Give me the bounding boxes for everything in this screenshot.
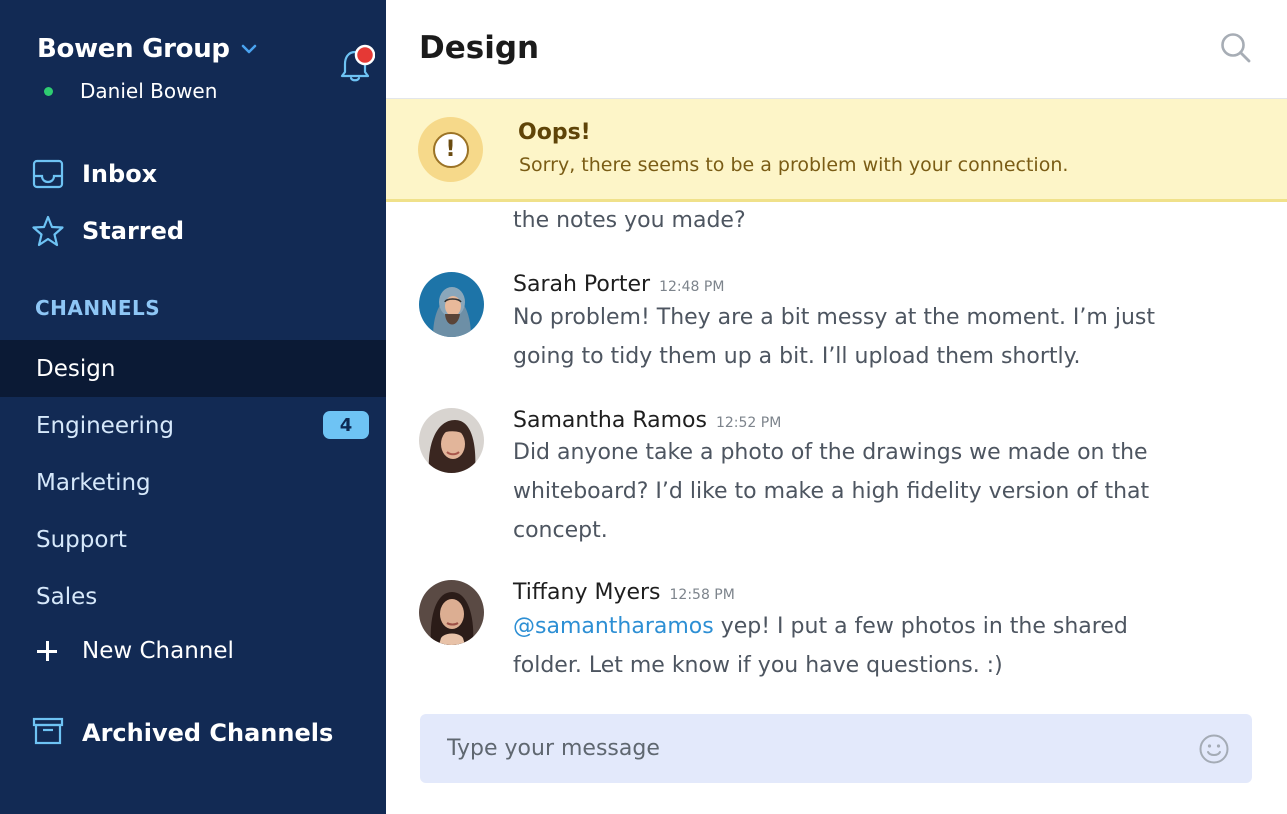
current-user: Daniel Bowen — [44, 79, 217, 103]
nav-starred[interactable]: Starred — [32, 215, 184, 247]
archived-channels-label: Archived Channels — [82, 719, 334, 747]
message-list[interactable]: the notes you made? Sarah Porter 12:48 P… — [386, 202, 1287, 702]
team-switcher[interactable]: Bowen Group — [37, 34, 257, 64]
notification-dot — [354, 44, 375, 66]
message-input[interactable] — [447, 714, 1177, 783]
message-text-partial: the notes you made? — [513, 208, 746, 233]
nav-starred-label: Starred — [82, 217, 185, 245]
channel-label: Design — [36, 355, 116, 382]
message-composer — [420, 714, 1252, 783]
nav-inbox[interactable]: Inbox — [32, 158, 157, 190]
message-author[interactable]: Tiffany Myers — [513, 580, 661, 605]
message-author[interactable]: Sarah Porter — [513, 272, 650, 297]
warning-icon: ! — [418, 117, 483, 182]
team-name: Bowen Group — [37, 34, 230, 64]
message-author[interactable]: Samantha Ramos — [513, 408, 707, 433]
alert-title: Oops! — [518, 120, 591, 145]
channels-section-label: CHANNELS — [35, 296, 161, 320]
channel-item-sales[interactable]: Sales — [0, 568, 386, 625]
message-text: No problem! They are a bit messy at the … — [513, 305, 1155, 369]
new-channel-label: New Channel — [82, 638, 234, 664]
new-channel-button[interactable]: New Channel — [36, 638, 234, 664]
channel-item-support[interactable]: Support — [0, 511, 386, 568]
emoji-icon[interactable] — [1198, 733, 1230, 765]
nav-archived-channels[interactable]: Archived Channels — [32, 715, 333, 751]
channel-label: Engineering — [36, 412, 174, 439]
inbox-icon — [32, 158, 64, 190]
channel-label: Sales — [36, 583, 98, 610]
channel-item-design[interactable]: Design — [0, 340, 386, 397]
avatar[interactable] — [419, 408, 484, 473]
plus-icon — [36, 640, 58, 662]
page-title: Design — [419, 30, 540, 66]
message-timestamp: 12:58 PM — [669, 587, 735, 603]
unread-badge: 4 — [323, 411, 369, 439]
avatar[interactable] — [419, 580, 484, 645]
message-timestamp: 12:52 PM — [715, 415, 782, 431]
star-icon — [32, 215, 64, 247]
exclamation-icon: ! — [432, 131, 469, 168]
archive-box-icon — [32, 715, 64, 751]
message-header: Samantha Ramos 12:52 PM — [513, 408, 781, 433]
channel-header: Design — [386, 0, 1287, 99]
search-icon[interactable] — [1219, 31, 1253, 65]
avatar[interactable] — [419, 272, 484, 337]
user-mention-link[interactable]: @samantharamos — [513, 614, 714, 639]
message-header: Tiffany Myers 12:58 PM — [513, 580, 735, 605]
channel-item-marketing[interactable]: Marketing — [0, 454, 386, 511]
channel-label: Marketing — [36, 469, 151, 496]
chevron-down-icon — [241, 44, 256, 54]
main-panel: Design ! Oops! Sorry, there seems to be … — [386, 0, 1287, 814]
channel-item-engineering[interactable]: Engineering 4 — [0, 397, 386, 454]
message-timestamp: 12:48 PM — [659, 279, 725, 295]
user-name: Daniel Bowen — [80, 79, 218, 103]
notification-bell-icon[interactable] — [337, 44, 375, 84]
channel-label: Support — [36, 526, 127, 553]
sidebar: Bowen Group Daniel Bowen Inbox Starred C… — [0, 0, 386, 814]
nav-inbox-label: Inbox — [82, 160, 158, 188]
message-text: @samantharamos yep! I put a few photos i… — [513, 607, 1193, 685]
connection-error-alert: ! Oops! Sorry, there seems to be a probl… — [386, 99, 1287, 202]
message-header: Sarah Porter 12:48 PM — [513, 272, 724, 297]
alert-message: Sorry, there seems to be a problem with … — [519, 154, 1069, 176]
online-status-dot — [44, 86, 53, 96]
message-text: Did anyone take a photo of the drawings … — [513, 440, 1150, 543]
